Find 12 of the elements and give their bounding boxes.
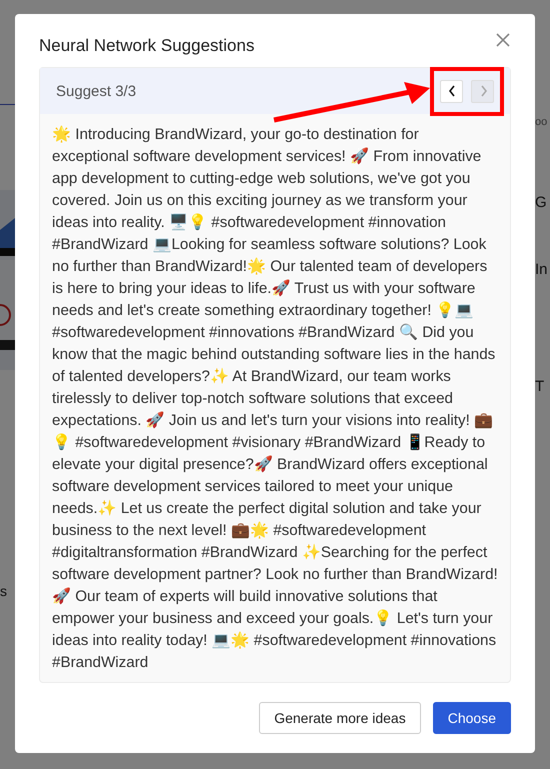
- dialog-title: Neural Network Suggestions: [39, 36, 254, 56]
- background-text: In: [535, 261, 548, 278]
- background-text: T: [535, 378, 544, 395]
- suggestion-counter: Suggest 3/3: [56, 82, 136, 100]
- background-text: oo: [535, 116, 548, 128]
- suggestion-text: 🌟 Introducing BrandWizard, your go-to destination for exceptional software development services! 🚀 From innovative app development to cutting-edge web solutions, we've got you covered. Join us on this exciting journey as we transform your ideas into reality. 🖥💡 #softwaredevelopment #innovation #BrandWizard 💻Looking for seamless software solutions? Look no further than BrandWizard!🌟 Our talented team of developers is here to bring your ideas to life.🚀 Trust us with your software needs and let's create something extraordinary together! 💡💻 #softwaredevelopment #innovations #BrandWizard 🔍 Did you know that the magic behind outstanding software lies in the hands of talented developers?✨ At BrandWizard, our team works tirelessly to deliver top-notch software solutions that exceed expectations. 🚀 Join us and let's turn your visions into reality! 💼💡 #softwaredevelopment #visionary #BrandWizard 📱Ready to elevate your digital presence?🚀 BrandWizard offers exceptional software development services tailored to meet your unique needs.✨ Let us create the perfect digital solution and take your business to the next level! 💼🌟 #softwaredevelopment #digitaltransformation #BrandWizard ✨Searching for the perfect software development partner? Look no further than BrandWizard! 🚀 Our team of experts will build innovative solutions that empower your business and exceed your goals.💡 Let's turn your ideas into reality today! 💻🌟 #softwaredevelopment #innovations #BrandWizard: [51, 124, 499, 673]
- generate-button[interactable]: Generate more ideas: [259, 702, 421, 734]
- background-text: G: [535, 194, 547, 211]
- previous-button[interactable]: [440, 80, 463, 102]
- close-button[interactable]: [495, 32, 511, 48]
- background-text: s: [0, 583, 8, 599]
- choose-button[interactable]: Choose: [432, 702, 511, 734]
